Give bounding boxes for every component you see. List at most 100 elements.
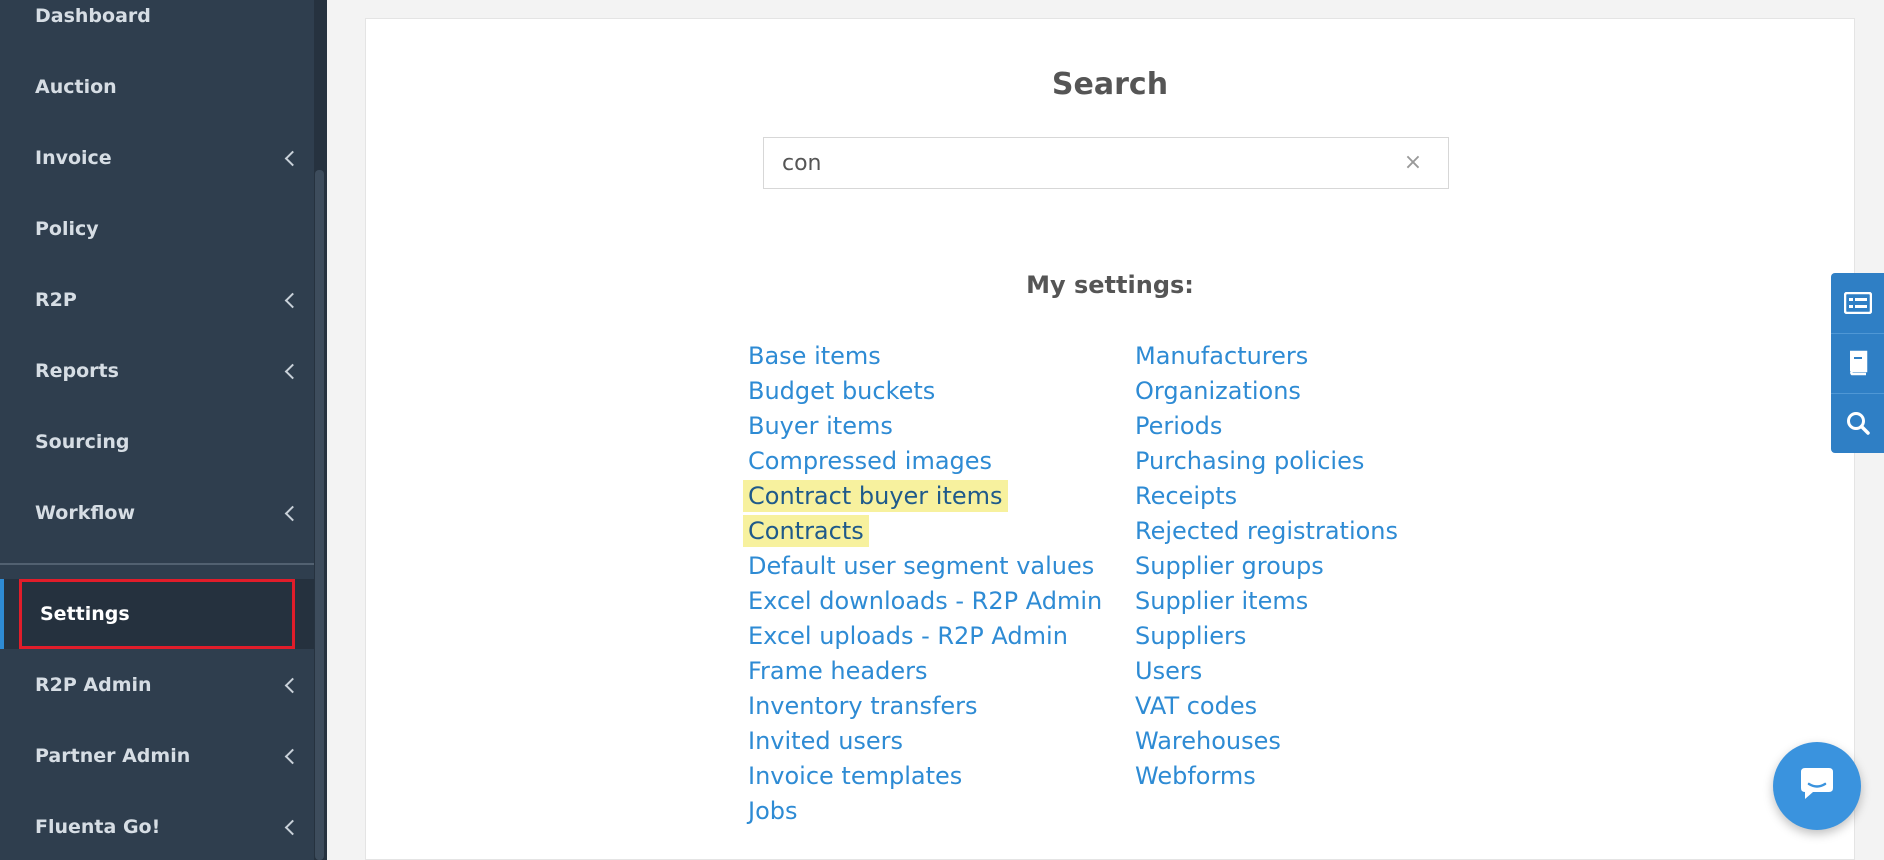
- settings-link-item: Jobs: [748, 794, 1107, 829]
- settings-link-item: Frame headers: [748, 654, 1107, 689]
- settings-link-item: Budget buckets: [748, 374, 1107, 409]
- settings-link[interactable]: Buyer items: [743, 410, 898, 442]
- settings-search-panel: Search × My settings: Base itemsBudget b…: [365, 18, 1855, 860]
- chevron-left-icon: [284, 292, 301, 308]
- settings-link[interactable]: Invoice templates: [743, 760, 967, 792]
- chat-button[interactable]: [1773, 742, 1861, 830]
- sidebar-item-reports[interactable]: Reports: [0, 341, 314, 401]
- settings-link-item: Contract buyer items: [743, 479, 1107, 514]
- sidebar-item-r2p-admin[interactable]: R2P Admin: [0, 655, 314, 715]
- settings-link-item: Excel uploads - R2P Admin: [748, 619, 1107, 654]
- chevron-left-icon: [284, 363, 301, 379]
- settings-link[interactable]: Compressed images: [743, 445, 997, 477]
- sidebar-item-label: Partner Admin: [35, 745, 191, 767]
- active-indicator: [0, 579, 4, 649]
- settings-link-item: Organizations: [1135, 374, 1403, 409]
- list-tab[interactable]: [1831, 273, 1884, 333]
- settings-link-item: Receipts: [1135, 479, 1403, 514]
- clear-search-icon[interactable]: ×: [1400, 150, 1426, 176]
- search-icon: [1846, 412, 1870, 435]
- sidebar-item-label: Sourcing: [35, 431, 130, 453]
- section-heading: My settings:: [1026, 271, 1194, 299]
- settings-link[interactable]: Budget buckets: [743, 375, 940, 407]
- settings-link-item: Purchasing policies: [1135, 444, 1403, 479]
- book-tab[interactable]: [1831, 333, 1884, 393]
- chevron-left-icon: [284, 505, 301, 521]
- settings-link[interactable]: Frame headers: [743, 655, 932, 687]
- settings-link-item: Rejected registrations: [1135, 514, 1403, 549]
- settings-link-item: Compressed images: [748, 444, 1107, 479]
- sidebar-item-label: Invoice: [35, 147, 112, 169]
- settings-link-item: Manufacturers: [1135, 339, 1403, 374]
- settings-link[interactable]: Supplier groups: [1130, 550, 1329, 582]
- settings-link-item: Contracts: [743, 514, 1107, 549]
- settings-link-item: Excel downloads - R2P Admin: [748, 584, 1107, 619]
- search-tab[interactable]: [1831, 393, 1884, 453]
- sidebar-item-label: R2P: [35, 289, 77, 311]
- settings-link[interactable]: Periods: [1130, 410, 1227, 442]
- settings-link[interactable]: Receipts: [1130, 480, 1242, 512]
- settings-link-item: Supplier items: [1135, 584, 1403, 619]
- settings-link[interactable]: Invited users: [743, 725, 908, 757]
- sidebar-item-settings[interactable]: Settings: [0, 579, 314, 649]
- settings-link[interactable]: Excel uploads - R2P Admin: [743, 620, 1073, 652]
- settings-link-item: Webforms: [1135, 759, 1403, 794]
- settings-link[interactable]: Excel downloads - R2P Admin: [743, 585, 1107, 617]
- settings-link[interactable]: Rejected registrations: [1130, 515, 1403, 547]
- sidebar-item-label: Reports: [35, 360, 119, 382]
- settings-link-item: VAT codes: [1135, 689, 1403, 724]
- settings-link[interactable]: Warehouses: [1130, 725, 1286, 757]
- settings-link[interactable]: Inventory transfers: [743, 690, 983, 722]
- book-icon: [1849, 350, 1867, 376]
- settings-link-item: Supplier groups: [1135, 549, 1403, 584]
- sidebar-divider: [0, 563, 327, 565]
- search-box: ×: [763, 137, 1449, 189]
- settings-link-item: Invited users: [748, 724, 1107, 759]
- sidebar-item-sourcing[interactable]: Sourcing: [0, 412, 314, 472]
- sidebar-item-label: Policy: [35, 218, 99, 240]
- sidebar-item-dashboard[interactable]: Dashboard: [0, 0, 314, 46]
- sidebar-item-label: Fluenta Go!: [35, 816, 161, 838]
- sidebar-item-r2p[interactable]: R2P: [0, 270, 314, 330]
- sidebar-item-invoice[interactable]: Invoice: [0, 128, 314, 188]
- sidebar-item-fluenta-go[interactable]: Fluenta Go!: [0, 797, 314, 857]
- list-icon: [1843, 292, 1872, 314]
- settings-link-item: Base items: [748, 339, 1107, 374]
- floating-tab-bar: [1831, 273, 1884, 453]
- settings-link-item: Inventory transfers: [748, 689, 1107, 724]
- settings-link[interactable]: Suppliers: [1130, 620, 1251, 652]
- settings-link[interactable]: Webforms: [1130, 760, 1261, 792]
- search-input[interactable]: [782, 138, 1382, 188]
- sidebar-item-label: Auction: [35, 76, 117, 98]
- settings-link[interactable]: Supplier items: [1130, 585, 1313, 617]
- settings-link-item: Suppliers: [1135, 619, 1403, 654]
- settings-links-right: Manufacturers Organizations Periods Purchas…: [1135, 339, 1403, 794]
- chevron-left-icon: [284, 677, 301, 693]
- settings-link[interactable]: Contract buyer items: [743, 480, 1008, 512]
- chat-icon: [1801, 768, 1833, 799]
- sidebar-item-label: Settings: [40, 603, 130, 625]
- sidebar-item-workflow[interactable]: Workflow: [0, 483, 314, 543]
- settings-link[interactable]: Base items: [743, 340, 886, 372]
- sidebar-item-policy[interactable]: Policy: [0, 199, 314, 259]
- sidebar-item-auction[interactable]: Auction: [0, 57, 314, 117]
- settings-link-item: Invoice templates: [748, 759, 1107, 794]
- chevron-left-icon: [284, 150, 301, 166]
- page-title: Search: [1051, 67, 1169, 102]
- sidebar-item-label: R2P Admin: [35, 674, 152, 696]
- settings-link-item: Users: [1135, 654, 1403, 689]
- sidebar-item-label: Workflow: [35, 502, 136, 524]
- settings-link[interactable]: Organizations: [1130, 375, 1306, 407]
- settings-link[interactable]: Contracts: [743, 515, 869, 547]
- sidebar-item-partner-admin[interactable]: Partner Admin: [0, 726, 314, 786]
- settings-link[interactable]: Users: [1130, 655, 1207, 687]
- settings-link[interactable]: Default user segment values: [743, 550, 1099, 582]
- settings-link[interactable]: Manufacturers: [1130, 340, 1313, 372]
- sidebar-scrollbar-thumb[interactable]: [315, 170, 324, 860]
- sidebar: Dashboard Auction Invoice Policy R2P Rep…: [0, 0, 327, 860]
- settings-link[interactable]: VAT codes: [1130, 690, 1262, 722]
- settings-link[interactable]: Purchasing policies: [1130, 445, 1369, 477]
- settings-link[interactable]: Jobs: [743, 795, 803, 827]
- settings-link-item: Default user segment values: [748, 549, 1107, 584]
- chevron-left-icon: [284, 748, 301, 764]
